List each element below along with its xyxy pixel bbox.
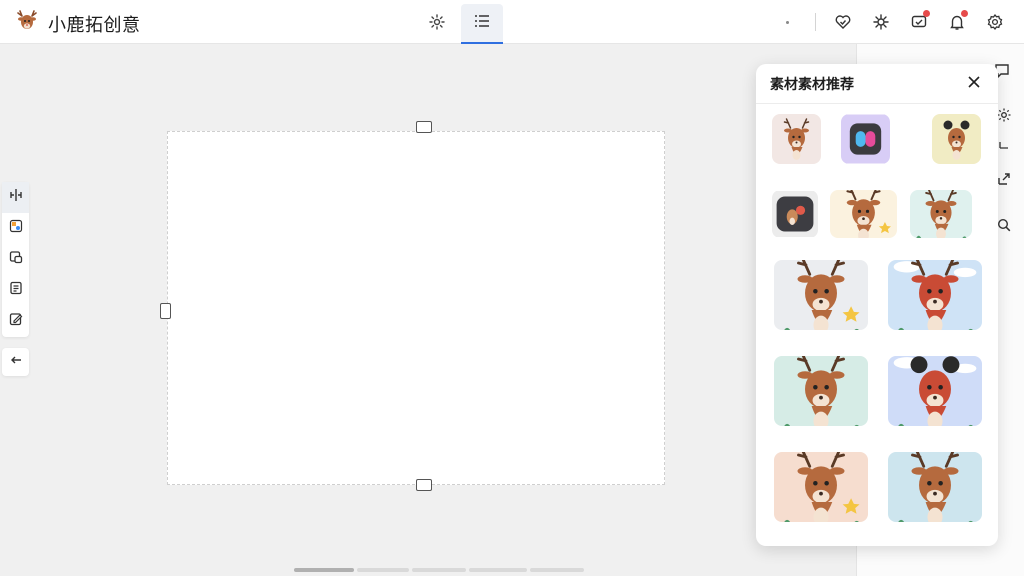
document-icon (9, 281, 23, 300)
material-thumbnail[interactable] (932, 114, 981, 164)
align-center-icon (9, 188, 23, 207)
arrow-left-icon (9, 353, 23, 372)
material-thumbnail[interactable] (910, 190, 972, 238)
page-indicator-3[interactable] (412, 568, 466, 572)
top-right-actions (786, 8, 1014, 36)
resize-handle-left[interactable] (160, 303, 171, 319)
resize-handle-top[interactable] (416, 121, 432, 133)
deer-logo-icon (14, 8, 40, 39)
material-thumbnail[interactable] (888, 356, 982, 426)
material-thumbnail[interactable] (774, 356, 868, 426)
top-bar: 小鹿拓创意 (0, 0, 1024, 44)
close-icon (968, 75, 980, 93)
page-indicator-5[interactable] (530, 568, 584, 572)
material-thumbnail[interactable] (774, 260, 868, 330)
layers-tool-button[interactable] (2, 244, 29, 275)
list-icon (474, 14, 490, 33)
material-thumbnail[interactable] (830, 190, 897, 238)
layers-icon (9, 250, 23, 269)
material-thumbnail[interactable] (772, 190, 818, 238)
panel-header: 素材素材推荐 (756, 64, 998, 104)
close-button[interactable] (964, 74, 984, 94)
unread-badge (923, 10, 930, 17)
divider (815, 13, 816, 31)
bug-settings-icon[interactable] (862, 8, 900, 36)
messages-icon[interactable] (900, 8, 938, 36)
design-canvas[interactable] (167, 131, 665, 485)
tab-list[interactable] (461, 4, 503, 44)
page-indicator-2[interactable] (357, 568, 409, 572)
material-recommend-panel: 素材素材推荐 (756, 64, 998, 546)
material-thumbnail[interactable] (888, 452, 982, 522)
edit-tool-button[interactable] (2, 306, 29, 337)
left-toolbar (2, 182, 29, 337)
resize-handle-bottom[interactable] (416, 479, 432, 491)
panel-title: 素材素材推荐 (770, 75, 854, 92)
document-tool-button[interactable] (2, 275, 29, 306)
edit-icon (9, 312, 23, 331)
settings-gear-icon[interactable] (976, 8, 1014, 36)
brand[interactable]: 小鹿拓创意 (14, 8, 141, 39)
material-thumbnail[interactable] (841, 114, 890, 164)
app-title: 小鹿拓创意 (48, 14, 141, 35)
tab-settings[interactable] (416, 4, 458, 44)
heart-check-icon[interactable] (824, 8, 862, 36)
material-thumbnail[interactable] (888, 260, 982, 330)
page-indicator-4[interactable] (469, 568, 527, 572)
status-dot (786, 20, 789, 24)
gear-icon (429, 13, 445, 35)
material-thumbnail[interactable] (774, 452, 868, 522)
palette-icon (9, 219, 23, 238)
material-thumbnail[interactable] (772, 114, 821, 164)
page-indicator-1[interactable] (294, 568, 354, 572)
align-tool-button[interactable] (2, 182, 29, 213)
bell-icon[interactable] (938, 8, 976, 36)
color-tool-button[interactable] (2, 213, 29, 244)
collapse-button[interactable] (2, 348, 29, 376)
notification-badge (961, 10, 968, 17)
